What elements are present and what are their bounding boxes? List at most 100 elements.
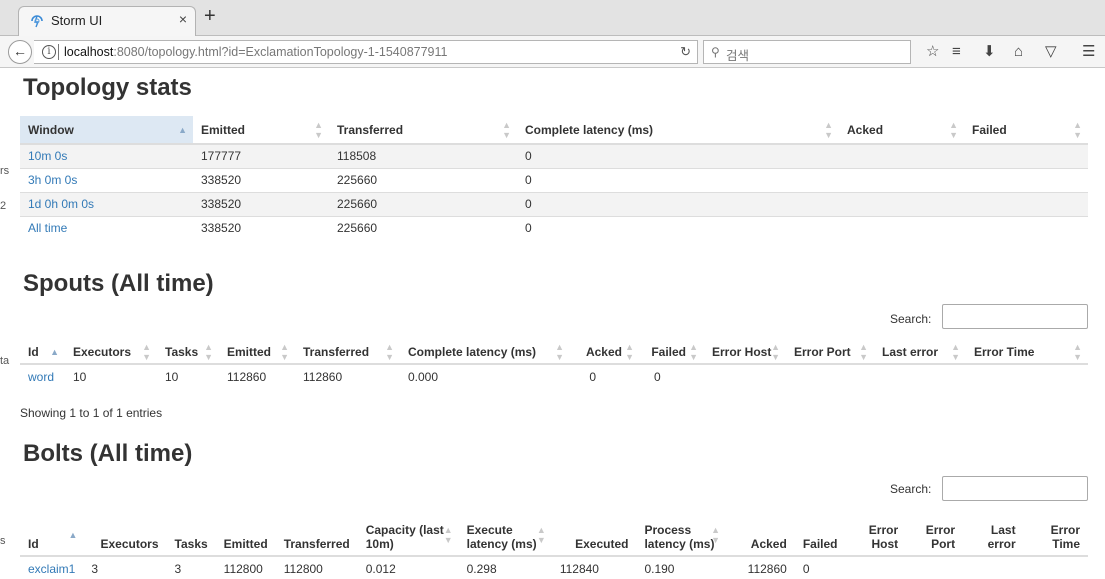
column-header-last-error[interactable]: Last error <box>963 514 1024 556</box>
header-label: Process latency (ms) <box>644 523 715 551</box>
table-cell <box>786 363 874 388</box>
table-cell: 0 <box>517 143 839 168</box>
window-cell[interactable]: 10m 0s <box>20 143 193 168</box>
pocket-icon[interactable]: ▽ <box>1045 44 1057 60</box>
table-cell <box>845 555 907 579</box>
window-link[interactable]: 10m 0s <box>28 149 67 163</box>
window-cell[interactable]: All time <box>20 215 193 240</box>
column-header-complete-latency[interactable]: Complete latency (ms) ▲ ▼ <box>400 340 570 364</box>
column-header-tasks[interactable]: Tasks <box>167 514 216 556</box>
column-header-executors[interactable]: Executors <box>83 514 166 556</box>
info-icon[interactable]: i <box>42 45 56 59</box>
spout-link[interactable]: word <box>28 370 54 384</box>
column-header-complete-latency[interactable]: Complete latency (ms) ▲ ▼ <box>517 116 839 144</box>
url-bar[interactable]: i localhost:8080/topology.html?id=Exclam… <box>34 40 698 64</box>
spouts-table: Id ▲ Executors ▲ ▼ Tasks ▲ ▼ Emitted ▲ ▼ Transf… <box>20 340 1088 388</box>
search-icon: ⚲ <box>711 45 720 59</box>
column-header-acked[interactable]: Acked ▲ ▼ <box>570 340 640 364</box>
header-label: Transferred <box>283 537 350 551</box>
header-label: Tasks <box>174 537 208 551</box>
column-header-error-host[interactable]: Error Host ▲ ▼ <box>704 340 786 364</box>
column-header-error-port[interactable]: Error Port <box>906 514 963 556</box>
header-label: Execute latency (ms) <box>466 523 537 551</box>
bolts-search-label: Search: <box>890 482 932 496</box>
table-cell <box>839 215 964 240</box>
table-cell: 112860 <box>219 363 295 388</box>
sort-icon: ▲ ▼ <box>385 341 394 362</box>
back-arrow-icon[interactable]: ← <box>8 40 32 64</box>
table-cell: 118508 <box>329 143 517 168</box>
column-header-execute-latency[interactable]: Execute latency (ms) ▲ ▼ <box>459 514 552 556</box>
window-link[interactable]: 3h 0m 0s <box>28 173 77 187</box>
sort-icon: ▲ ▼ <box>443 524 453 545</box>
window-cell[interactable]: 1d 0h 0m 0s <box>20 191 193 216</box>
sort-icon: ▲ ▼ <box>142 341 151 362</box>
column-header-emitted[interactable]: Emitted <box>216 514 276 556</box>
sort-icon: ▲ ▼ <box>555 341 564 362</box>
column-header-transferred[interactable]: Transferred ▲ ▼ <box>329 116 517 144</box>
header-label: Error Host <box>712 344 772 359</box>
window-link[interactable]: 1d 0h 0m 0s <box>28 197 94 211</box>
download-icon[interactable]: ⬇ <box>983 44 996 60</box>
menu-icon[interactable]: ☰ <box>1082 44 1095 60</box>
column-header-error-port[interactable]: Error Port ▲ ▼ <box>786 340 874 364</box>
table-cell: 338520 <box>193 215 329 240</box>
header-label: Executors <box>100 537 159 551</box>
column-header-error-time[interactable]: Error Time <box>1024 514 1088 556</box>
column-header-transferred[interactable]: Transferred ▲ ▼ <box>295 340 400 364</box>
window-cell[interactable]: 3h 0m 0s <box>20 167 193 192</box>
column-header-capacity[interactable]: Capacity (last 10m) ▲ ▼ <box>358 514 459 556</box>
topology-stats-table: Window ▲ Emitted ▲ ▼ Transferred ▲ ▼ Complete… <box>20 116 1088 240</box>
column-header-id[interactable]: Id ▲ <box>20 340 65 364</box>
table-cell: 338520 <box>193 167 329 192</box>
spout-id-cell[interactable]: word <box>20 363 65 388</box>
column-header-window[interactable]: Window ▲ <box>20 116 193 144</box>
table-row: exclaim1 3 3 112800 112800 0.012 0.298 1… <box>20 555 1088 579</box>
header-label: Acked <box>750 537 787 551</box>
table-cell: 0.190 <box>636 555 727 579</box>
bolt-id-cell[interactable]: exclaim1 <box>20 555 84 579</box>
home-icon[interactable]: ⌂ <box>1014 44 1023 60</box>
column-header-transferred[interactable]: Transferred <box>276 514 358 556</box>
window-link[interactable]: All time <box>28 221 67 235</box>
column-header-error-host[interactable]: Error Host <box>846 514 907 556</box>
bookmark-star-icon[interactable]: ☆ <box>926 44 939 60</box>
header-label: Emitted <box>201 122 246 137</box>
url-text: localhost:8080/topology.html?id=Exclamat… <box>64 45 448 59</box>
new-tab-icon[interactable]: + <box>204 6 216 26</box>
table-cell: 225660 <box>329 215 517 240</box>
url-separator <box>58 44 59 60</box>
column-header-emitted[interactable]: Emitted ▲ ▼ <box>219 340 295 364</box>
reload-icon[interactable]: ↻ <box>680 44 691 60</box>
header-label: Error Time <box>974 344 1035 359</box>
column-header-executed[interactable]: Executed <box>552 514 637 556</box>
header-label: Transferred <box>337 122 404 137</box>
column-header-acked[interactable]: Acked ▲ ▼ <box>839 116 964 144</box>
table-cell: 10 <box>157 363 219 388</box>
reading-list-icon[interactable]: ≡ <box>952 44 961 60</box>
column-header-failed[interactable]: Failed <box>795 514 846 556</box>
browser-tab[interactable]: Storm UI × <box>18 6 196 37</box>
column-header-failed[interactable]: Failed ▲ ▼ <box>964 116 1088 144</box>
column-header-acked[interactable]: Acked <box>726 514 795 556</box>
column-header-process-latency[interactable]: Process latency (ms) ▲ ▼ <box>636 514 726 556</box>
header-label: Transferred <box>303 344 370 359</box>
sort-icon: ▲ ▼ <box>951 341 960 362</box>
table-cell <box>964 143 1088 168</box>
column-header-emitted[interactable]: Emitted ▲ ▼ <box>193 116 329 144</box>
column-header-executors[interactable]: Executors ▲ ▼ <box>65 340 157 364</box>
column-header-id[interactable]: Id ▲ <box>20 514 83 556</box>
bolt-link[interactable]: exclaim1 <box>28 562 75 576</box>
spouts-search-input[interactable] <box>942 304 1088 329</box>
table-row: 3h 0m 0s 338520 225660 0 <box>20 167 1088 192</box>
sort-icon: ▲ ▼ <box>711 524 721 545</box>
column-header-error-time[interactable]: Error Time ▲ ▼ <box>966 340 1088 364</box>
browser-search-bar[interactable]: ⚲ 검색 <box>703 40 911 64</box>
column-header-failed[interactable]: Failed ▲ ▼ <box>640 340 704 364</box>
bolts-search-input[interactable] <box>942 476 1088 501</box>
column-header-last-error[interactable]: Last error ▲ ▼ <box>874 340 966 364</box>
header-label: Error Host <box>868 523 899 551</box>
tab-close-icon[interactable]: × <box>179 11 187 27</box>
column-header-tasks[interactable]: Tasks ▲ ▼ <box>157 340 219 364</box>
table-cell: 3 <box>83 555 167 579</box>
